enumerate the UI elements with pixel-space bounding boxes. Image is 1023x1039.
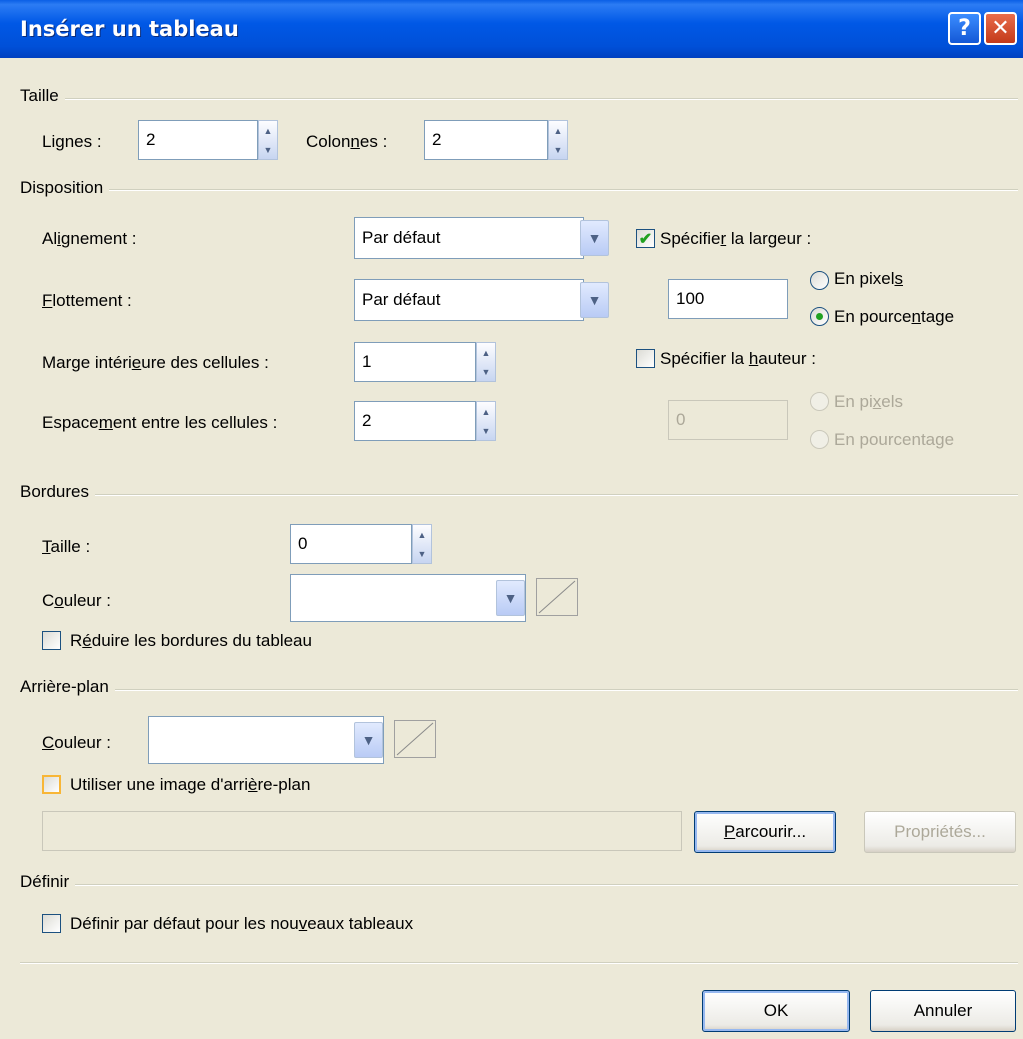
width-percent-radio[interactable]	[810, 307, 829, 326]
chevron-up-icon: ▲	[481, 406, 491, 417]
height-pixels-radio[interactable]	[810, 392, 829, 411]
cancel-button[interactable]: Annuler	[870, 990, 1016, 1032]
help-icon: ?	[958, 16, 971, 41]
specify-height-checkbox[interactable]	[636, 349, 655, 368]
background-color-label: Couleur :	[42, 733, 111, 752]
width-pixels-radio[interactable]	[810, 271, 829, 290]
set-default-label: Définir par défaut pour les nouveaux tab…	[70, 914, 414, 933]
height-input[interactable]: 0	[668, 400, 788, 440]
window-title: Insérer un tableau	[20, 17, 239, 41]
browse-button[interactable]: Parcourir...	[694, 811, 836, 853]
chevron-up-icon: ▲	[263, 125, 273, 136]
alignment-dropdown-arrow[interactable]: ▼	[580, 220, 609, 256]
close-button[interactable]: ✕	[984, 12, 1017, 45]
border-color-label: Couleur :	[42, 591, 111, 610]
specify-height-label: Spécifier la hauteur :	[660, 349, 816, 368]
background-color-dropdown-arrow[interactable]: ▼	[354, 722, 383, 758]
checkmark-icon: ✔	[638, 230, 653, 248]
group-divider	[20, 494, 1018, 496]
properties-button[interactable]: Propriétés...	[864, 811, 1016, 853]
group-divider	[20, 884, 1018, 886]
alignment-select[interactable]: Par défaut	[354, 217, 584, 259]
border-size-label: Taille :	[42, 537, 91, 556]
border-size-spinner[interactable]: ▲ ▼	[412, 524, 432, 564]
width-pixels-label: En pixels	[834, 269, 903, 288]
background-image-path[interactable]	[42, 811, 682, 851]
specify-width-label: Spécifier la largeur :	[660, 229, 812, 248]
set-default-checkbox[interactable]	[42, 914, 61, 933]
spacing-input[interactable]: 2	[354, 401, 476, 441]
group-divider	[20, 98, 1018, 100]
width-percent-label: En pourcentage	[834, 307, 955, 326]
size-group-title: Taille	[20, 86, 65, 106]
help-button[interactable]: ?	[948, 12, 981, 45]
height-percent-label: En pourcentage	[834, 430, 955, 449]
no-color-icon	[538, 580, 576, 614]
border-color-select[interactable]	[290, 574, 526, 622]
cols-spinner[interactable]: ▲ ▼	[548, 120, 568, 160]
chevron-down-icon: ▼	[361, 732, 376, 748]
background-group-title: Arrière-plan	[20, 677, 115, 697]
borders-group-title: Bordures	[20, 482, 95, 502]
chevron-down-icon: ▼	[263, 144, 273, 155]
border-color-swatch[interactable]	[536, 578, 578, 616]
chevron-up-icon: ▲	[417, 529, 427, 540]
use-background-image-label: Utiliser une image d'arrière-plan	[70, 775, 311, 794]
no-color-icon	[396, 722, 434, 756]
cols-input[interactable]: 2	[424, 120, 548, 160]
spacing-spinner[interactable]: ▲ ▼	[476, 401, 496, 441]
background-color-swatch[interactable]	[394, 720, 436, 758]
define-group-title: Définir	[20, 872, 76, 892]
border-color-dropdown-arrow[interactable]: ▼	[496, 580, 525, 616]
float-select[interactable]: Par défaut	[354, 279, 584, 321]
ok-button[interactable]: OK	[702, 990, 850, 1032]
rows-label: Lignes :	[42, 132, 102, 151]
cancel-label: Annuler	[913, 1001, 973, 1020]
chevron-down-icon: ▼	[587, 292, 602, 308]
specify-width-checkbox[interactable]: ✔	[636, 229, 655, 248]
close-icon: ✕	[991, 16, 1010, 41]
chevron-down-icon: ▼	[417, 548, 427, 559]
chevron-down-icon: ▼	[481, 366, 491, 377]
float-dropdown-arrow[interactable]: ▼	[580, 282, 609, 318]
chevron-up-icon: ▲	[481, 347, 491, 358]
cols-label: Colonnes :	[306, 132, 388, 151]
alignment-label: Alignement :	[42, 229, 137, 248]
layout-group-title: Disposition	[20, 178, 110, 198]
chevron-down-icon: ▼	[587, 230, 602, 246]
width-input[interactable]: 100	[668, 279, 788, 319]
ok-label: OK	[763, 1001, 789, 1020]
radio-dot	[816, 313, 823, 320]
group-divider	[20, 689, 1018, 691]
chevron-down-icon: ▼	[481, 425, 491, 436]
footer-divider	[20, 962, 1018, 964]
rows-spinner[interactable]: ▲ ▼	[258, 120, 278, 160]
properties-label: Propriétés...	[894, 822, 986, 841]
collapse-borders-checkbox[interactable]	[42, 631, 61, 650]
padding-spinner[interactable]: ▲ ▼	[476, 342, 496, 382]
browse-label: Parcourir...	[723, 822, 807, 841]
padding-label: Marge intérieure des cellules :	[42, 353, 269, 372]
collapse-borders-label: Réduire les bordures du tableau	[70, 631, 312, 650]
chevron-up-icon: ▲	[553, 125, 563, 136]
use-background-image-checkbox[interactable]	[42, 775, 61, 794]
float-label: Flottement :	[42, 291, 132, 310]
height-percent-radio[interactable]	[810, 430, 829, 449]
border-size-input[interactable]: 0	[290, 524, 412, 564]
rows-input[interactable]: 2	[138, 120, 258, 160]
background-color-select[interactable]	[148, 716, 384, 764]
height-pixels-label: En pixels	[834, 392, 903, 411]
padding-input[interactable]: 1	[354, 342, 476, 382]
group-divider	[20, 189, 1018, 191]
chevron-down-icon: ▼	[553, 144, 563, 155]
spacing-label: Espacement entre les cellules :	[42, 413, 278, 432]
chevron-down-icon: ▼	[503, 590, 518, 606]
